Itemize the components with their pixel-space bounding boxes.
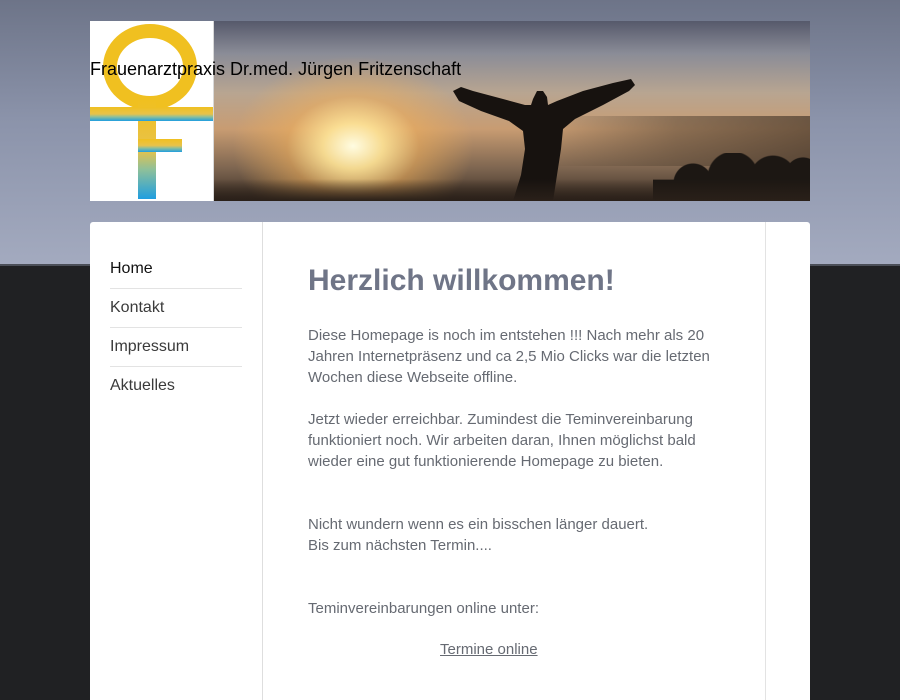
nav-item-home[interactable]: Home <box>110 250 242 289</box>
practice-logo <box>90 21 214 201</box>
online-appointments-link[interactable]: Termine online <box>440 641 538 658</box>
main-content: Herzlich willkommen! Diese Homepage is n… <box>308 222 728 700</box>
header-hero-image <box>213 21 810 201</box>
content-container: Home Kontakt Impressum Aktuelles Herzlic… <box>90 222 810 700</box>
page-heading: Herzlich willkommen! <box>308 264 615 297</box>
status-paragraph: Jetzt wieder erreichbar. Zumindest die T… <box>308 411 696 470</box>
nav-item-aktuelles[interactable]: Aktuelles <box>110 367 242 405</box>
site-title[interactable]: Frauenarztpraxis Dr.med. Jürgen Fritzens… <box>90 58 461 80</box>
nav-item-impressum[interactable]: Impressum <box>110 328 242 367</box>
nav-item-kontakt[interactable]: Kontakt <box>110 289 242 328</box>
intro-paragraph: Diese Homepage is noch im entstehen !!! … <box>308 327 710 386</box>
sidebar: Home Kontakt Impressum Aktuelles <box>90 222 263 700</box>
appointment-paragraph: Teminvereinbarungen online unter: <box>308 600 539 617</box>
patience-paragraph: Nicht wundern wenn es ein bisschen länge… <box>308 516 649 554</box>
venus-f-logo-icon <box>90 24 213 199</box>
site-header: Frauenarztpraxis Dr.med. Jürgen Fritzens… <box>90 21 810 201</box>
main-navigation: Home Kontakt Impressum Aktuelles <box>90 222 262 405</box>
right-column-divider <box>765 222 766 700</box>
